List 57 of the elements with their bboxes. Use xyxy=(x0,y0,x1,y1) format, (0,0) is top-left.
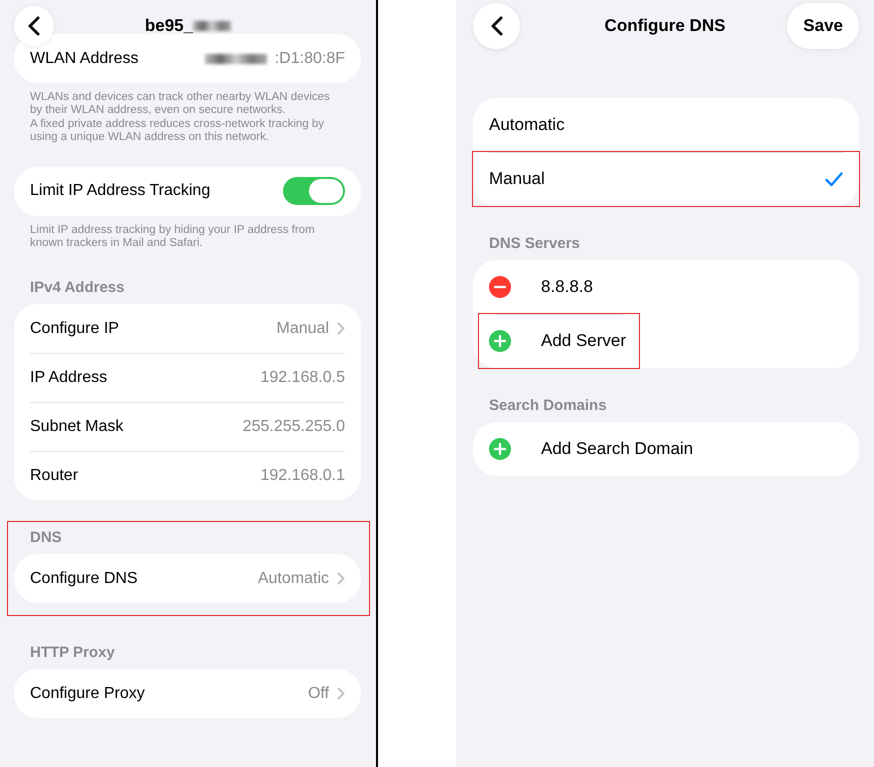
option-label: Manual xyxy=(489,169,546,189)
section-header: DNS Servers xyxy=(488,234,581,254)
option-label: Automatic xyxy=(489,115,566,135)
footnote-text: Limit IP address tracking by hiding your IP address from known trackers in Mail and Safari. xyxy=(30,224,316,250)
redacted-block xyxy=(193,21,232,31)
settings-row[interactable]: Limit IP Address Tracking xyxy=(14,166,361,216)
row-value: Automatic xyxy=(258,570,329,588)
row-value: 192.168.0.5 xyxy=(260,368,345,387)
section-header: HTTP Proxy xyxy=(29,643,116,664)
settings-row[interactable]: IP Address 192.168.0.5 xyxy=(14,353,361,402)
chevron-icon xyxy=(337,572,345,586)
option-row[interactable]: Manual xyxy=(473,152,859,206)
plus-circle-icon[interactable] xyxy=(489,330,511,352)
plus-circle-icon[interactable] xyxy=(489,438,511,460)
add-label: Add Search Domain xyxy=(541,439,694,459)
row-label: Configure Proxy xyxy=(30,684,146,703)
section-header: Search Domains xyxy=(488,396,608,416)
option-row[interactable]: Automatic xyxy=(473,98,859,152)
minus-circle-icon[interactable] xyxy=(489,276,511,298)
settings-row[interactable]: Add Search Domain xyxy=(473,422,859,476)
row-value: 192.168.0.1 xyxy=(260,466,345,485)
section-header: IPv4 Address xyxy=(29,278,126,298)
settings-row[interactable]: Router 192.168.0.1 xyxy=(14,451,361,500)
chevron-icon xyxy=(337,687,345,700)
row-label: Configure IP xyxy=(30,320,120,338)
footnote-text: WLANs and devices can track other nearby WLAN devices by their WLAN address, even on secure networks. xyxy=(30,91,331,118)
server-address: 8.8.8.8 xyxy=(541,277,594,297)
row-label: Subnet Mask xyxy=(30,418,124,436)
back-button[interactable] xyxy=(14,6,54,46)
row-value: Manual xyxy=(276,320,329,338)
add-label: Add Server xyxy=(541,331,626,351)
footnote-text: A fixed private address reduces cross-network tracking by using a unique WLAN address on this network. xyxy=(30,118,326,145)
nav-title: Configure DNS xyxy=(604,16,726,36)
row-label: Configure DNS xyxy=(30,570,139,588)
nav-title: be95_ xyxy=(144,16,194,36)
chevron-icon xyxy=(337,322,345,336)
row-value: 255.255.255.0 xyxy=(242,418,345,436)
back-button[interactable] xyxy=(473,3,520,49)
back-chevron-icon xyxy=(490,16,502,36)
row-label: WLAN Address xyxy=(30,50,140,68)
settings-row[interactable]: WLAN Address :D1:80:8F xyxy=(14,34,361,83)
redacted-block xyxy=(204,54,267,64)
section-header: DNS xyxy=(29,528,63,548)
settings-row[interactable]: Configure IP Manual xyxy=(14,304,361,354)
settings-row[interactable]: Add Server xyxy=(479,314,639,368)
row-value: :D1:80:8F xyxy=(274,50,345,68)
row-label: IP Address xyxy=(30,368,108,387)
save-button[interactable]: Save xyxy=(787,3,859,49)
row-label: Limit IP Address Tracking xyxy=(30,182,212,200)
row-label: Router xyxy=(30,466,80,485)
settings-row[interactable]: Subnet Mask 255.255.255.0 xyxy=(14,402,361,452)
row-value: Off xyxy=(308,684,329,703)
settings-row[interactable]: Configure Proxy Off xyxy=(14,669,361,718)
toggle-switch[interactable] xyxy=(283,177,345,206)
settings-row[interactable]: Configure DNS Automatic xyxy=(14,554,361,604)
back-chevron-icon xyxy=(28,16,40,36)
settings-row[interactable]: 8.8.8.8 xyxy=(473,260,859,314)
